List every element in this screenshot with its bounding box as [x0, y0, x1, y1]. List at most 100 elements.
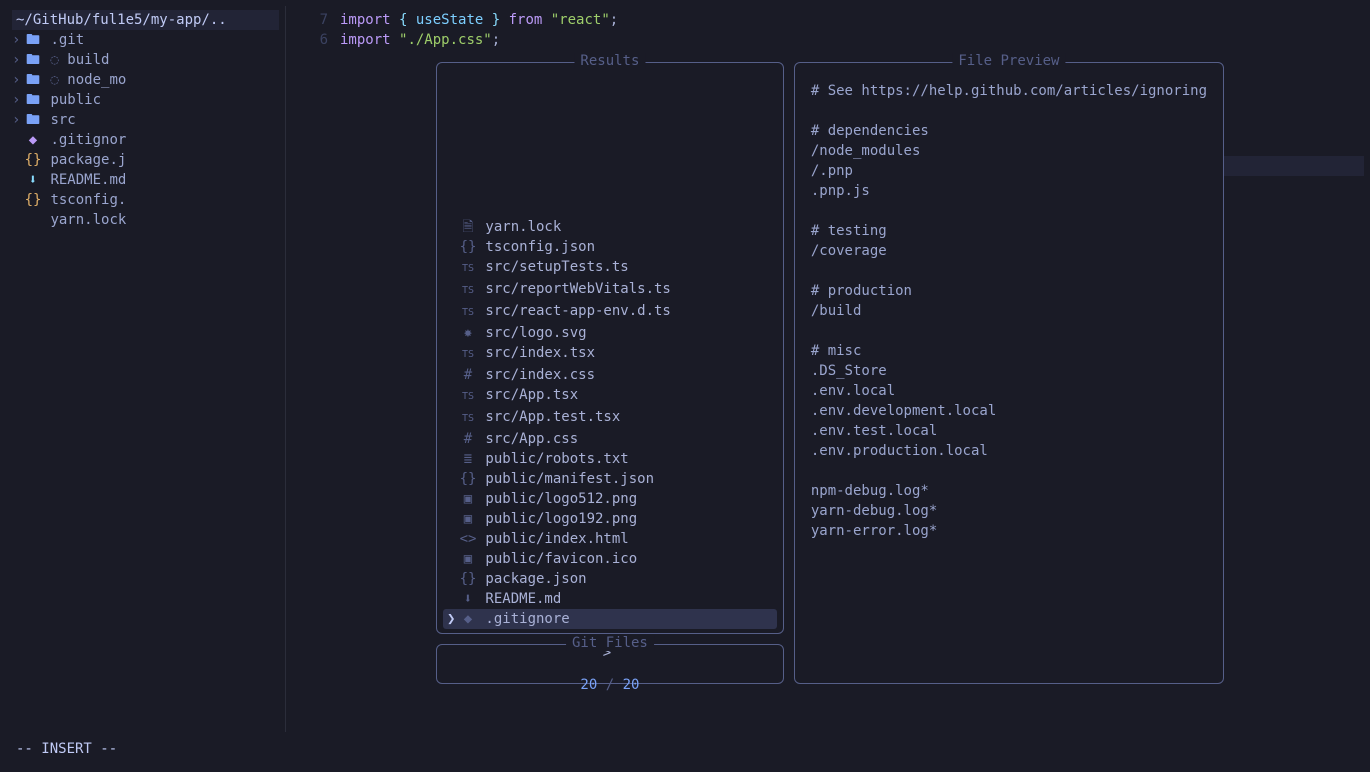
- loading-spinner-icon: ◌: [42, 52, 67, 68]
- config-icon: ◆: [459, 609, 477, 629]
- result-row[interactable]: {} tsconfig.json: [443, 237, 777, 257]
- selection-caret-icon: [447, 301, 459, 321]
- result-label: public/logo512.png: [477, 491, 637, 507]
- result-row[interactable]: <> public/index.html: [443, 529, 777, 549]
- json-icon: {}: [459, 237, 477, 257]
- result-row[interactable]: # src/index.css: [443, 365, 777, 385]
- chevron-right-icon: [12, 190, 24, 210]
- result-row[interactable]: # src/App.css: [443, 429, 777, 449]
- loading-spinner-icon: ◌: [42, 72, 67, 88]
- file-tree[interactable]: ~/GitHub/ful1e5/my-app/.. ›🖿 .git›🖿 ◌ bu…: [6, 6, 286, 732]
- ts-icon: TS: [459, 303, 477, 323]
- tree-item[interactable]: yarn.lock: [12, 210, 279, 230]
- chevron-right-icon: [12, 130, 24, 150]
- code-text: import { useState } from "react";: [340, 10, 1358, 30]
- result-row[interactable]: ✸ src/logo.svg: [443, 323, 777, 343]
- prompt-title: Git Files: [566, 635, 654, 651]
- tree-item[interactable]: {} package.j: [12, 150, 279, 170]
- ts-icon: TS: [459, 387, 477, 407]
- png-icon: ▣: [459, 489, 477, 509]
- selection-caret-icon: [447, 469, 459, 489]
- code-line[interactable]: 7import { useState } from "react";: [292, 10, 1358, 30]
- result-label: src/logo.svg: [477, 325, 587, 341]
- html-icon: <>: [459, 529, 477, 549]
- result-row[interactable]: TS src/react-app-env.d.ts: [443, 301, 777, 323]
- code-line[interactable]: 6import "./App.css";: [292, 30, 1358, 50]
- editor-pane[interactable]: 7import { useState } from "react";6impor…: [286, 6, 1364, 732]
- result-row[interactable]: TS src/App.test.tsx: [443, 407, 777, 429]
- json-icon: {}: [24, 190, 42, 210]
- none-icon: [24, 210, 42, 230]
- result-row[interactable]: ▣ public/logo192.png: [443, 509, 777, 529]
- result-label: public/robots.txt: [477, 451, 629, 467]
- mode-indicator: -- INSERT --: [16, 741, 117, 757]
- css-icon: #: [459, 429, 477, 449]
- tree-item[interactable]: ⬇ README.md: [12, 170, 279, 190]
- folder-icon: 🖿: [24, 90, 42, 110]
- tree-item-label: build: [67, 52, 109, 68]
- chevron-right-icon: ›: [12, 30, 24, 50]
- tree-item-label: src: [50, 112, 75, 128]
- ico-icon: ▣: [459, 549, 477, 569]
- selection-caret-icon: [447, 365, 459, 385]
- result-label: public/favicon.ico: [477, 551, 637, 567]
- result-row[interactable]: TS src/index.tsx: [443, 343, 777, 365]
- tree-item[interactable]: ◆ .gitignor: [12, 130, 279, 150]
- selection-caret-icon: [447, 407, 459, 427]
- result-row[interactable]: ▣ public/favicon.ico: [443, 549, 777, 569]
- result-row[interactable]: ▣ public/logo512.png: [443, 489, 777, 509]
- json-icon: {}: [459, 469, 477, 489]
- ts-icon: TS: [459, 259, 477, 279]
- tree-item[interactable]: ›🖿 ◌ node_mo: [12, 70, 279, 90]
- config-icon: ◆: [24, 130, 42, 150]
- chevron-right-icon: ›: [12, 50, 24, 70]
- results-title: Results: [574, 53, 645, 69]
- code-text: import "./App.css";: [340, 30, 1358, 50]
- chevron-right-icon: ›: [12, 70, 24, 90]
- result-label: README.md: [477, 591, 561, 607]
- result-count: 20 / 20: [580, 677, 639, 693]
- tree-item-label: .gitignor: [50, 132, 126, 148]
- selection-caret-icon: [447, 217, 459, 237]
- result-row[interactable]: ⬇ README.md: [443, 589, 777, 609]
- result-row[interactable]: ❯◆ .gitignore: [443, 609, 777, 629]
- tree-item[interactable]: ›🖿 public: [12, 90, 279, 110]
- selection-caret-icon: [447, 509, 459, 529]
- result-row[interactable]: TS src/reportWebVitals.ts: [443, 279, 777, 301]
- line-number: 6: [292, 30, 340, 50]
- scrollbar-thumb[interactable]: [1224, 156, 1364, 176]
- tree-item[interactable]: ›🖿 .git: [12, 30, 279, 50]
- result-row[interactable]: ≣ public/robots.txt: [443, 449, 777, 469]
- ts-icon: TS: [459, 409, 477, 429]
- search-input[interactable]: [520, 661, 699, 677]
- result-row[interactable]: TS src/setupTests.ts: [443, 257, 777, 279]
- tree-item-label: tsconfig.: [50, 192, 126, 208]
- chevron-right-icon: [12, 150, 24, 170]
- result-label: package.json: [477, 571, 587, 587]
- result-label: src/react-app-env.d.ts: [477, 303, 671, 319]
- results-panel[interactable]: Results 🗎 yarn.lock {} tsconfig.json TS …: [436, 62, 784, 634]
- result-label: src/App.tsx: [477, 387, 578, 403]
- json-icon: {}: [459, 569, 477, 589]
- chevron-right-icon: [12, 170, 24, 190]
- txt-icon: ≣: [459, 449, 477, 469]
- result-row[interactable]: {} public/manifest.json: [443, 469, 777, 489]
- result-row[interactable]: {} package.json: [443, 569, 777, 589]
- selection-caret-icon: [447, 489, 459, 509]
- selection-caret-icon: [447, 549, 459, 569]
- result-row[interactable]: 🗎 yarn.lock: [443, 217, 777, 237]
- tree-item-label: public: [50, 92, 101, 108]
- folder-icon: 🖿: [24, 30, 42, 50]
- md-icon: ⬇: [24, 170, 42, 190]
- folder-icon: 🖿: [24, 110, 42, 130]
- tree-item[interactable]: ›🖿 ◌ build: [12, 50, 279, 70]
- tree-item[interactable]: {} tsconfig.: [12, 190, 279, 210]
- tree-item[interactable]: ›🖿 src: [12, 110, 279, 130]
- project-path-header: ~/GitHub/ful1e5/my-app/..: [12, 10, 279, 30]
- tree-item-label: README.md: [50, 172, 126, 188]
- result-label: public/logo192.png: [477, 511, 637, 527]
- selection-caret-icon: [447, 237, 459, 257]
- md-icon: ⬇: [459, 589, 477, 609]
- result-row[interactable]: TS src/App.tsx: [443, 385, 777, 407]
- prompt-panel[interactable]: Git Files > 20 / 20: [436, 644, 784, 684]
